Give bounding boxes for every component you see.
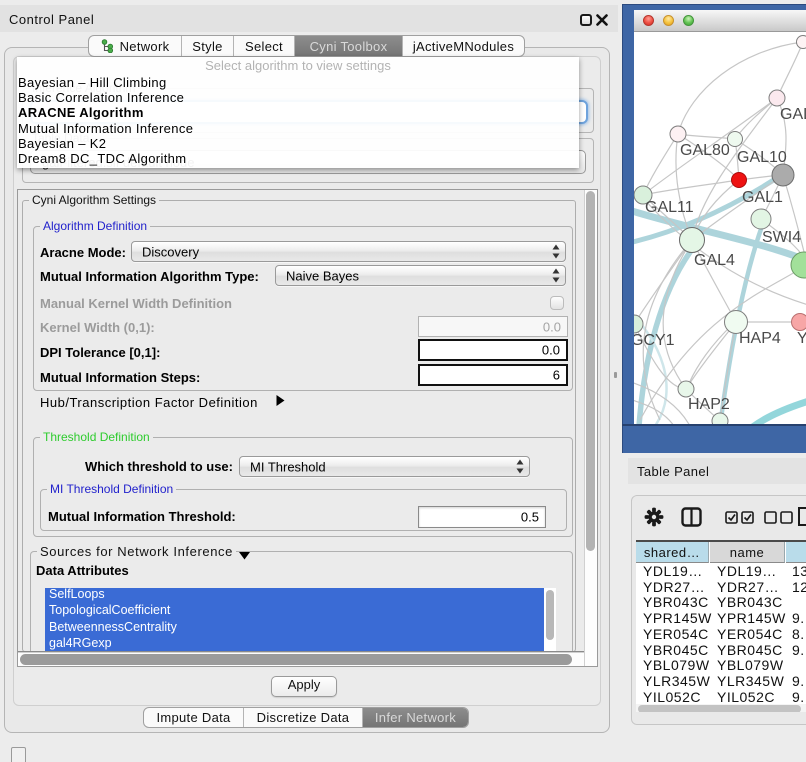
- svg-text:GAL11: GAL11: [645, 199, 694, 216]
- svg-text:SWI4: SWI4: [762, 229, 801, 246]
- svg-text:HAP2: HAP2: [688, 396, 730, 413]
- svg-text:GCY1: GCY1: [634, 332, 675, 349]
- svg-text:GAL4: GAL4: [694, 252, 735, 269]
- svg-text:HAP4: HAP4: [739, 330, 781, 347]
- svg-text:GAL80: GAL80: [680, 142, 730, 159]
- svg-text:GAL10: GAL10: [737, 149, 787, 166]
- svg-text:GAL2: GAL2: [780, 106, 806, 123]
- svg-text:YJ: YJ: [797, 330, 806, 347]
- svg-text:GAL1: GAL1: [742, 189, 783, 206]
